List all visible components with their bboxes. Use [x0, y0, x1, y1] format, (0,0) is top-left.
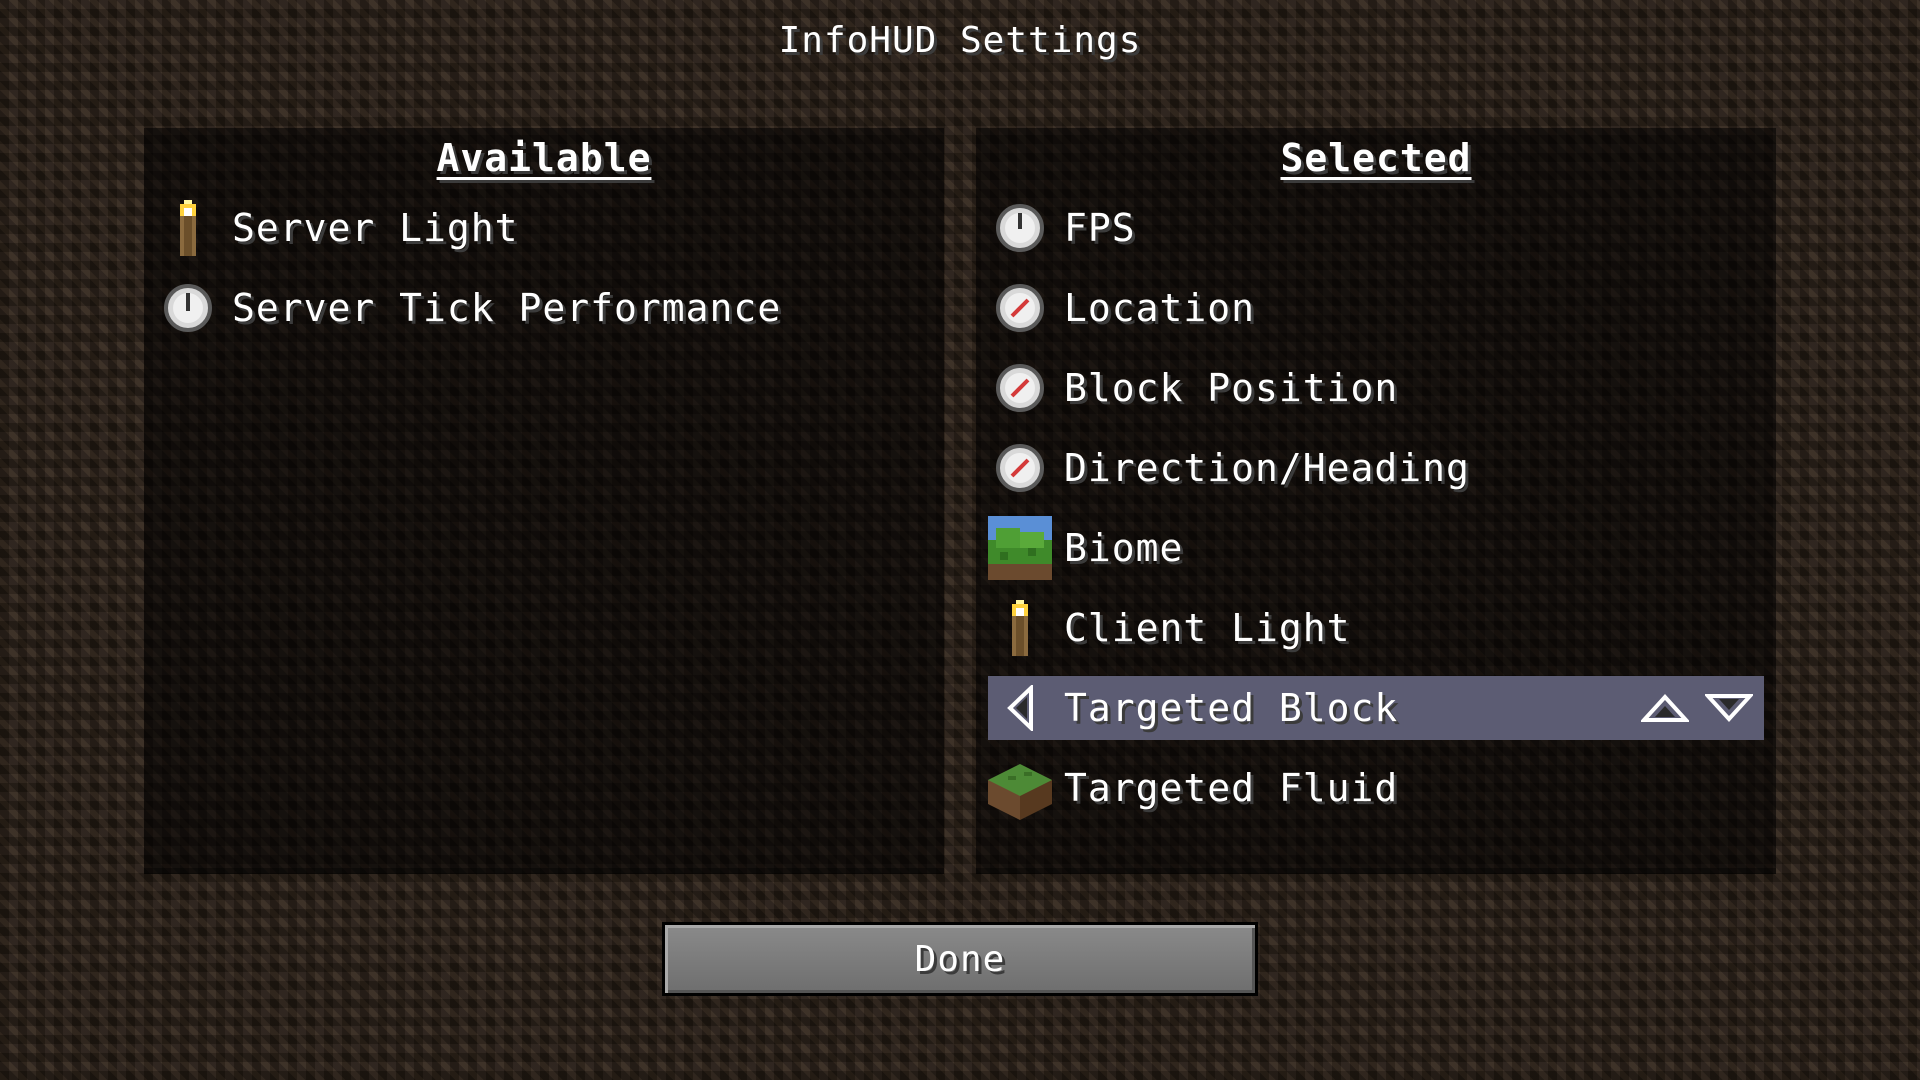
list-item-label: Direction/Heading [1064, 446, 1470, 490]
list-item-block-position[interactable]: Block Position [988, 356, 1764, 420]
list-item-server-light[interactable]: Server Light [156, 196, 932, 260]
compass-icon [988, 276, 1052, 340]
list-item-label: Targeted Fluid [1064, 766, 1399, 810]
torch-icon [156, 196, 220, 260]
list-item-targeted-block[interactable]: Targeted Block [988, 676, 1764, 740]
reorder-arrows [1640, 676, 1754, 740]
list-item-biome[interactable]: Biome [988, 516, 1764, 580]
selected-panel: Selected FPS Location Block Position Dir… [976, 128, 1776, 874]
list-item-direction-heading[interactable]: Direction/Heading [988, 436, 1764, 500]
grass-block-icon [988, 516, 1052, 580]
list-item-label: FPS [1064, 206, 1136, 250]
list-item-client-light[interactable]: Client Light [988, 596, 1764, 660]
list-item-label: Biome [1064, 526, 1184, 570]
compass-icon [988, 356, 1052, 420]
list-item-label: Block Position [1064, 366, 1399, 410]
compass-icon [988, 436, 1052, 500]
selected-list: FPS Location Block Position Direction/He… [988, 196, 1764, 836]
clock-icon [988, 196, 1052, 260]
torch-icon [988, 596, 1052, 660]
list-item-targeted-fluid[interactable]: Targeted Fluid [988, 756, 1764, 820]
list-item-fps[interactable]: FPS [988, 196, 1764, 260]
available-list: Server Light Server Tick Performance [156, 196, 932, 356]
screen-title: InfoHUD Settings [778, 20, 1142, 61]
grass-block-icon [988, 756, 1052, 820]
available-panel: Available Server Light Server Tick Perfo… [144, 128, 944, 874]
list-item-label: Server Light [232, 206, 519, 250]
list-item-label: Location [1064, 286, 1256, 330]
done-button[interactable]: Done [662, 922, 1258, 996]
list-item-server-tick-performance[interactable]: Server Tick Performance [156, 276, 932, 340]
selected-header: Selected [1280, 136, 1472, 180]
clock-icon [156, 276, 220, 340]
list-item-label: Client Light [1064, 606, 1351, 650]
move-up-icon[interactable] [1640, 688, 1690, 728]
move-down-icon[interactable] [1704, 688, 1754, 728]
list-item-label: Server Tick Performance [232, 286, 782, 330]
list-item-location[interactable]: Location [988, 276, 1764, 340]
arrow-left-icon[interactable] [988, 676, 1052, 740]
list-item-label: Targeted Block [1064, 686, 1399, 730]
available-header: Available [436, 136, 652, 180]
